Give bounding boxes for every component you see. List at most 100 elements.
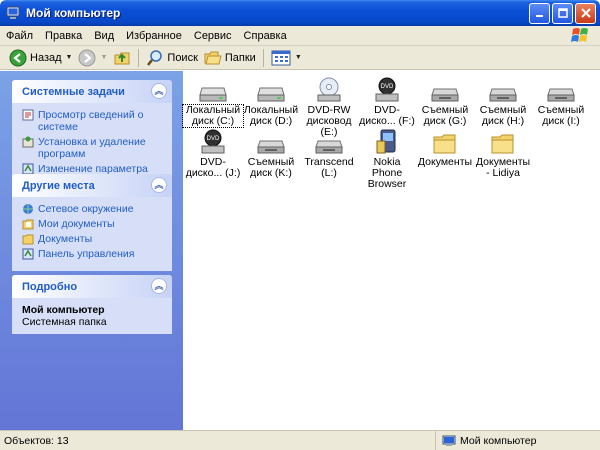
up-button[interactable]: [110, 47, 134, 69]
place-label: Панель управления: [38, 248, 135, 260]
other-places-header[interactable]: Другие места ︽: [12, 174, 172, 197]
folder-documents-lidiya[interactable]: Документы - Lidiya: [473, 129, 533, 179]
item-label: Съемный диск (G:): [421, 104, 469, 127]
item-label: Nokia Phone Browser: [367, 156, 407, 190]
nokia-phone-browser[interactable]: Nokia Phone Browser: [357, 129, 417, 190]
dvd-rw-icon: [317, 77, 341, 102]
menu-help[interactable]: Справка: [238, 30, 293, 42]
status-count: Объектов: 13: [0, 431, 436, 450]
menu-tools[interactable]: Сервис: [188, 30, 238, 42]
my-computer-icon: [442, 435, 456, 446]
removable-drive-icon: [257, 140, 285, 154]
search-button[interactable]: Поиск: [143, 47, 200, 69]
drive-h[interactable]: Съемный диск (H:): [473, 77, 533, 127]
maximize-button[interactable]: [552, 2, 573, 24]
details-header[interactable]: Подробно ︽: [12, 275, 172, 298]
place-my-documents[interactable]: Мои документы: [22, 218, 164, 230]
drive-l[interactable]: Transcend (L:): [299, 129, 359, 179]
folders-label: Папки: [224, 51, 256, 64]
drive-g[interactable]: Съемный диск (G:): [415, 77, 475, 127]
phone-browser-icon: [376, 129, 396, 154]
task-pane: Системные задачи ︽ Просмотр сведений о с…: [0, 71, 183, 430]
details-type: Системная папка: [22, 316, 107, 328]
menu-file[interactable]: Файл: [0, 30, 39, 42]
windows-logo-icon: [571, 28, 588, 42]
close-button[interactable]: [575, 2, 596, 24]
collapse-icon[interactable]: ︽: [151, 83, 167, 99]
add-remove-icon: [22, 136, 34, 148]
file-view[interactable]: Локальный диск (C:) Локальный диск (D:) …: [182, 71, 600, 430]
menu-view[interactable]: Вид: [88, 30, 120, 42]
item-label: Локальный диск (C:): [182, 104, 244, 128]
search-icon: [147, 49, 163, 66]
menu-bar: Файл Правка Вид Избранное Сервис Справка: [0, 26, 600, 46]
maximize-icon: [557, 8, 568, 18]
task-add-remove-programs[interactable]: Установка и удаление программ: [22, 136, 164, 160]
details-panel: Подробно ︽ Мой компьютер Системная папка: [12, 275, 172, 334]
hard-drive-icon: [257, 87, 285, 102]
drive-i[interactable]: Съемный диск (I:): [531, 77, 591, 127]
item-label: Съемный диск (I:): [537, 104, 585, 127]
place-documents[interactable]: Документы: [22, 233, 164, 245]
collapse-icon[interactable]: ︽: [151, 278, 167, 294]
control-panel-icon: [22, 248, 34, 260]
place-label: Сетевое окружение: [38, 203, 134, 215]
item-label: DVD-диско... (J:): [185, 156, 241, 179]
hard-drive-icon: [199, 87, 227, 102]
my-documents-icon: [22, 219, 34, 230]
item-label: Съемный диск (K:): [247, 156, 295, 179]
folder-icon: [433, 134, 456, 154]
other-places-panel: Другие места ︽ Сетевое окружение Мои док…: [12, 174, 172, 271]
system-tasks-header[interactable]: Системные задачи ︽: [12, 80, 172, 103]
task-label: Установка и удаление программ: [38, 136, 146, 160]
drive-j[interactable]: DVD DVD-диско... (J:): [183, 129, 243, 179]
forward-button[interactable]: ▼: [75, 47, 110, 69]
views-icon: [271, 50, 291, 65]
removable-drive-icon: [431, 88, 459, 102]
up-folder-icon: [114, 52, 130, 64]
item-label: Съемный диск (H:): [479, 104, 527, 127]
system-info-icon: [22, 109, 34, 121]
drive-f[interactable]: DVD DVD-диско... (F:): [357, 77, 417, 127]
folder-icon: [22, 234, 34, 245]
task-view-system-info[interactable]: Просмотр сведений о системе: [22, 109, 164, 133]
details-name: Мой компьютер: [22, 304, 105, 316]
svg-text:DVD: DVD: [381, 84, 394, 90]
minimize-icon: [535, 15, 543, 17]
forward-dropdown-icon[interactable]: ▼: [100, 54, 107, 61]
system-tasks-panel: Системные задачи ︽ Просмотр сведений о с…: [12, 80, 172, 186]
toolbar-separator: [262, 48, 264, 67]
place-control-panel[interactable]: Панель управления: [22, 248, 164, 260]
menu-edit[interactable]: Правка: [39, 30, 88, 42]
drive-k[interactable]: Съемный диск (K:): [241, 129, 301, 179]
window-title: Мой компьютер: [26, 6, 121, 20]
my-computer-icon: [6, 6, 20, 19]
back-dropdown-icon[interactable]: ▼: [66, 54, 73, 61]
dvd-drive-icon: DVD: [201, 129, 225, 154]
folders-button[interactable]: Папки: [201, 47, 259, 69]
removable-drive-icon: [489, 88, 517, 102]
status-bar: Объектов: 13 Мой компьютер: [0, 430, 600, 450]
place-label: Мои документы: [38, 218, 115, 230]
details-title: Подробно: [22, 280, 78, 293]
menu-favorites[interactable]: Избранное: [120, 30, 188, 42]
views-button[interactable]: ▼: [268, 47, 305, 69]
collapse-icon[interactable]: ︽: [151, 177, 167, 193]
item-label: Transcend (L:): [304, 156, 354, 179]
drive-d[interactable]: Локальный диск (D:): [241, 77, 301, 127]
drive-c[interactable]: Локальный диск (C:): [182, 77, 244, 128]
status-location: Мой компьютер: [460, 434, 537, 447]
views-dropdown-icon[interactable]: ▼: [295, 54, 302, 61]
place-network[interactable]: Сетевое окружение: [22, 203, 164, 215]
system-tasks-title: Системные задачи: [22, 85, 125, 98]
back-label: Назад: [30, 51, 62, 64]
toolbar: Назад ▼ ▼ Поиск Папки ▼: [0, 46, 600, 70]
back-button[interactable]: Назад ▼: [6, 47, 75, 69]
folder-documents[interactable]: Документы: [415, 129, 475, 168]
back-arrow-icon: [9, 49, 27, 66]
title-bar[interactable]: Мой компьютер: [0, 0, 600, 26]
minimize-button[interactable]: [529, 2, 550, 24]
svg-text:DVD: DVD: [207, 136, 220, 142]
item-label: DVD-диско... (F:): [359, 104, 415, 127]
item-label: Локальный диск (D:): [243, 104, 299, 127]
